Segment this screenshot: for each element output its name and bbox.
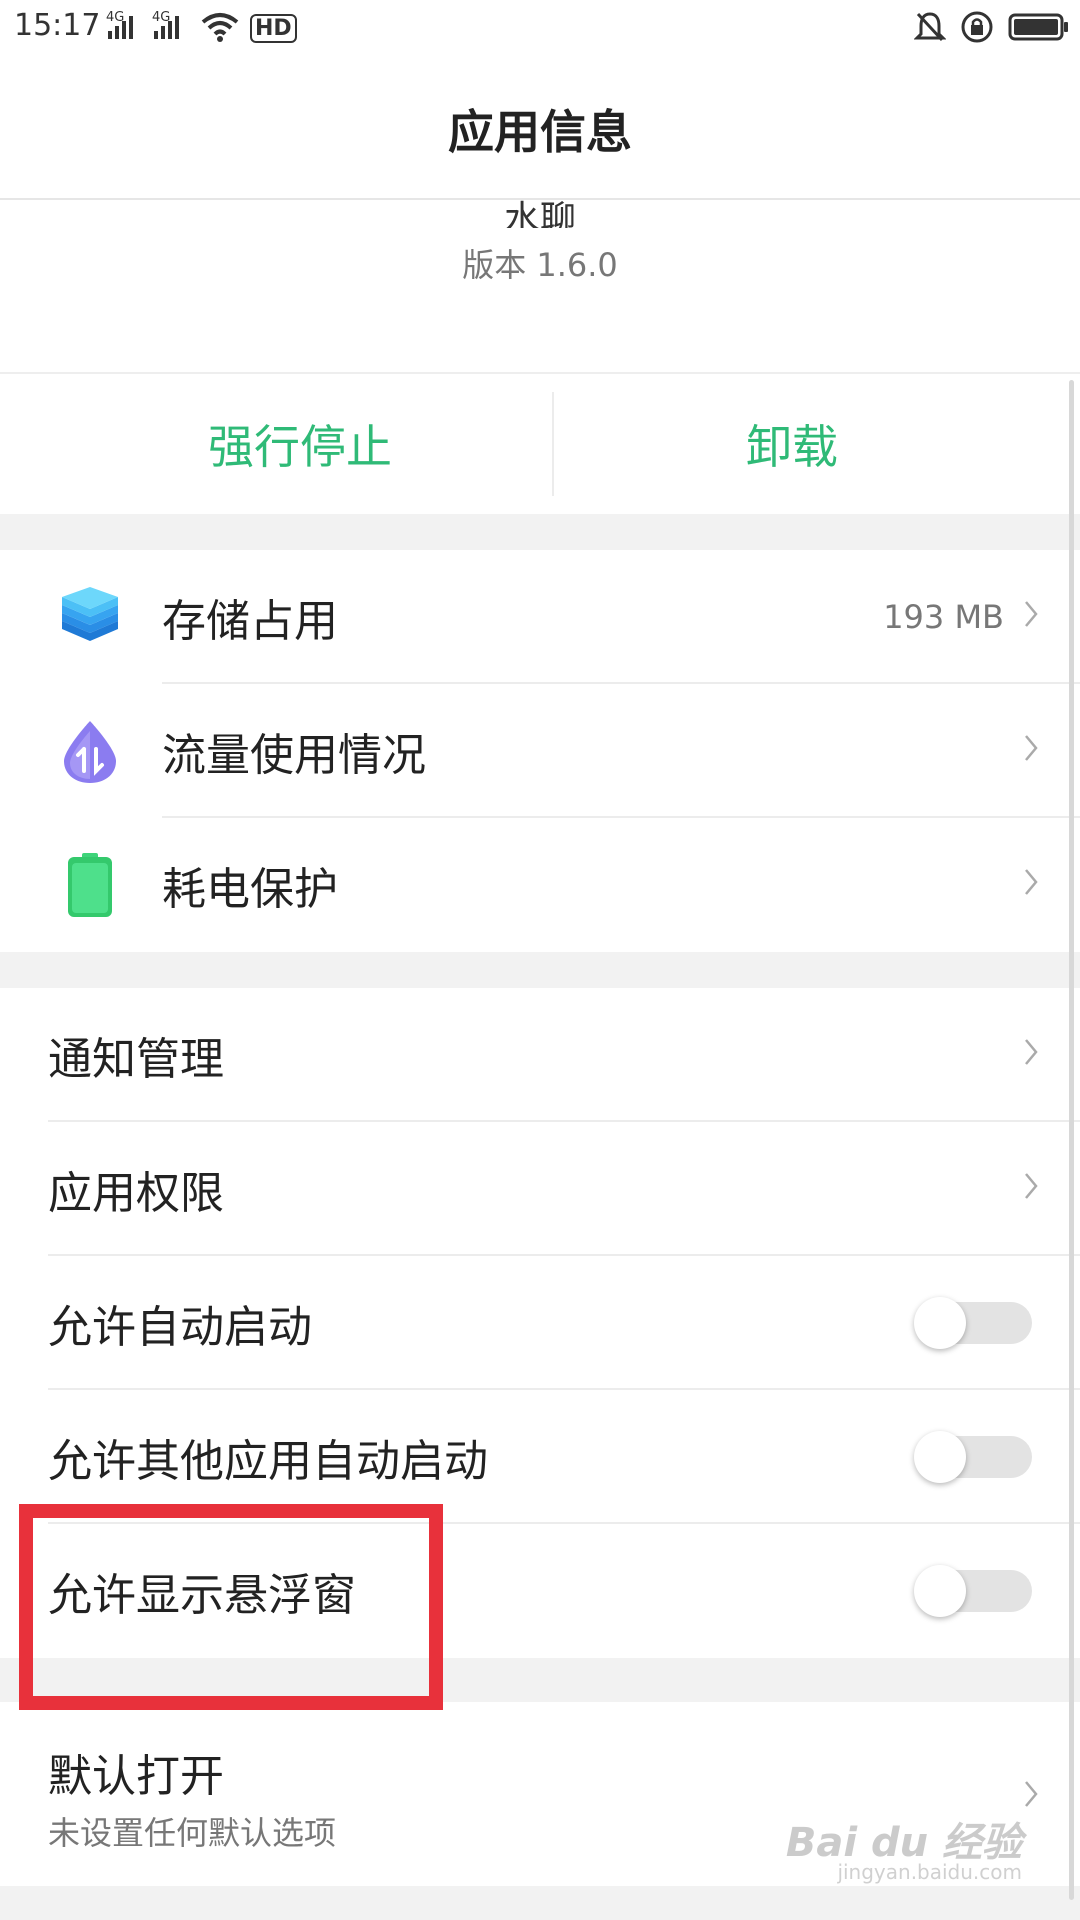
auto-start-label: 允许自动启动 bbox=[48, 1302, 312, 1353]
scrollbar[interactable] bbox=[1069, 380, 1074, 1900]
chevron-right-icon bbox=[1025, 601, 1038, 627]
wifi-icon bbox=[201, 13, 239, 42]
app-version: 版本 1.6.0 bbox=[462, 246, 618, 284]
default-open-title: 默认打开 bbox=[48, 1751, 224, 1802]
status-time: 15:17 bbox=[14, 8, 101, 43]
watermark-url: jingyan.baidu.com bbox=[837, 1860, 1022, 1884]
rotation-lock-icon bbox=[961, 11, 993, 43]
status-bar: 15:17 4G 4G HD bbox=[0, 0, 1080, 56]
highlight-box bbox=[19, 1504, 443, 1710]
app-permissions-row[interactable]: 应用权限 bbox=[0, 1122, 1080, 1256]
storage-row[interactable]: 存储占用 193 MB bbox=[0, 550, 1080, 684]
battery-protection-row[interactable]: 耗电保护 bbox=[0, 818, 1080, 952]
auto-start-row: 允许自动启动 bbox=[0, 1256, 1080, 1390]
section-gap bbox=[0, 952, 1080, 988]
bottom-gap bbox=[0, 1886, 1080, 1920]
data-usage-label: 流量使用情况 bbox=[162, 730, 426, 781]
signal-strength-2-icon bbox=[154, 16, 179, 39]
battery-icon bbox=[68, 853, 112, 917]
hd-voice-icon: HD bbox=[250, 14, 297, 43]
mute-bell-icon bbox=[914, 12, 946, 42]
other-apps-auto-start-toggle[interactable] bbox=[914, 1431, 1032, 1483]
chevron-right-icon bbox=[1025, 735, 1038, 761]
app-permissions-label: 应用权限 bbox=[48, 1168, 224, 1219]
data-usage-drop-icon bbox=[64, 721, 116, 783]
chevron-right-icon bbox=[1025, 1039, 1038, 1065]
toggle-knob bbox=[914, 1297, 966, 1349]
storage-layers-icon bbox=[62, 587, 118, 641]
battery-status-icon bbox=[1008, 13, 1068, 41]
data-usage-row[interactable]: 流量使用情况 bbox=[0, 684, 1080, 818]
battery-protection-label: 耗电保护 bbox=[162, 864, 338, 915]
storage-label: 存储占用 bbox=[162, 596, 338, 647]
chevron-right-icon bbox=[1025, 869, 1038, 895]
floating-window-toggle[interactable] bbox=[914, 1565, 1032, 1617]
signal-strength-icon bbox=[108, 16, 133, 39]
chevron-right-icon bbox=[1025, 1781, 1038, 1807]
app-name: 水聊 bbox=[503, 199, 576, 228]
storage-value: 193 MB bbox=[883, 598, 1004, 636]
uninstall-button[interactable]: 卸载 bbox=[522, 374, 1062, 514]
force-stop-button[interactable]: 强行停止 bbox=[30, 374, 570, 514]
notification-management-row[interactable]: 通知管理 bbox=[0, 988, 1080, 1122]
default-open-subtitle: 未设置任何默认选项 bbox=[48, 1814, 337, 1852]
notification-management-label: 通知管理 bbox=[48, 1034, 224, 1085]
chevron-right-icon bbox=[1025, 1173, 1038, 1199]
toggle-knob bbox=[914, 1431, 966, 1483]
page-title: 应用信息 bbox=[448, 105, 632, 159]
title-bar: 应用信息 bbox=[0, 56, 1080, 200]
auto-start-toggle[interactable] bbox=[914, 1297, 1032, 1349]
section-gap bbox=[0, 514, 1080, 550]
action-bar: 强行停止 卸载 bbox=[0, 374, 1080, 514]
toggle-knob bbox=[914, 1565, 966, 1617]
